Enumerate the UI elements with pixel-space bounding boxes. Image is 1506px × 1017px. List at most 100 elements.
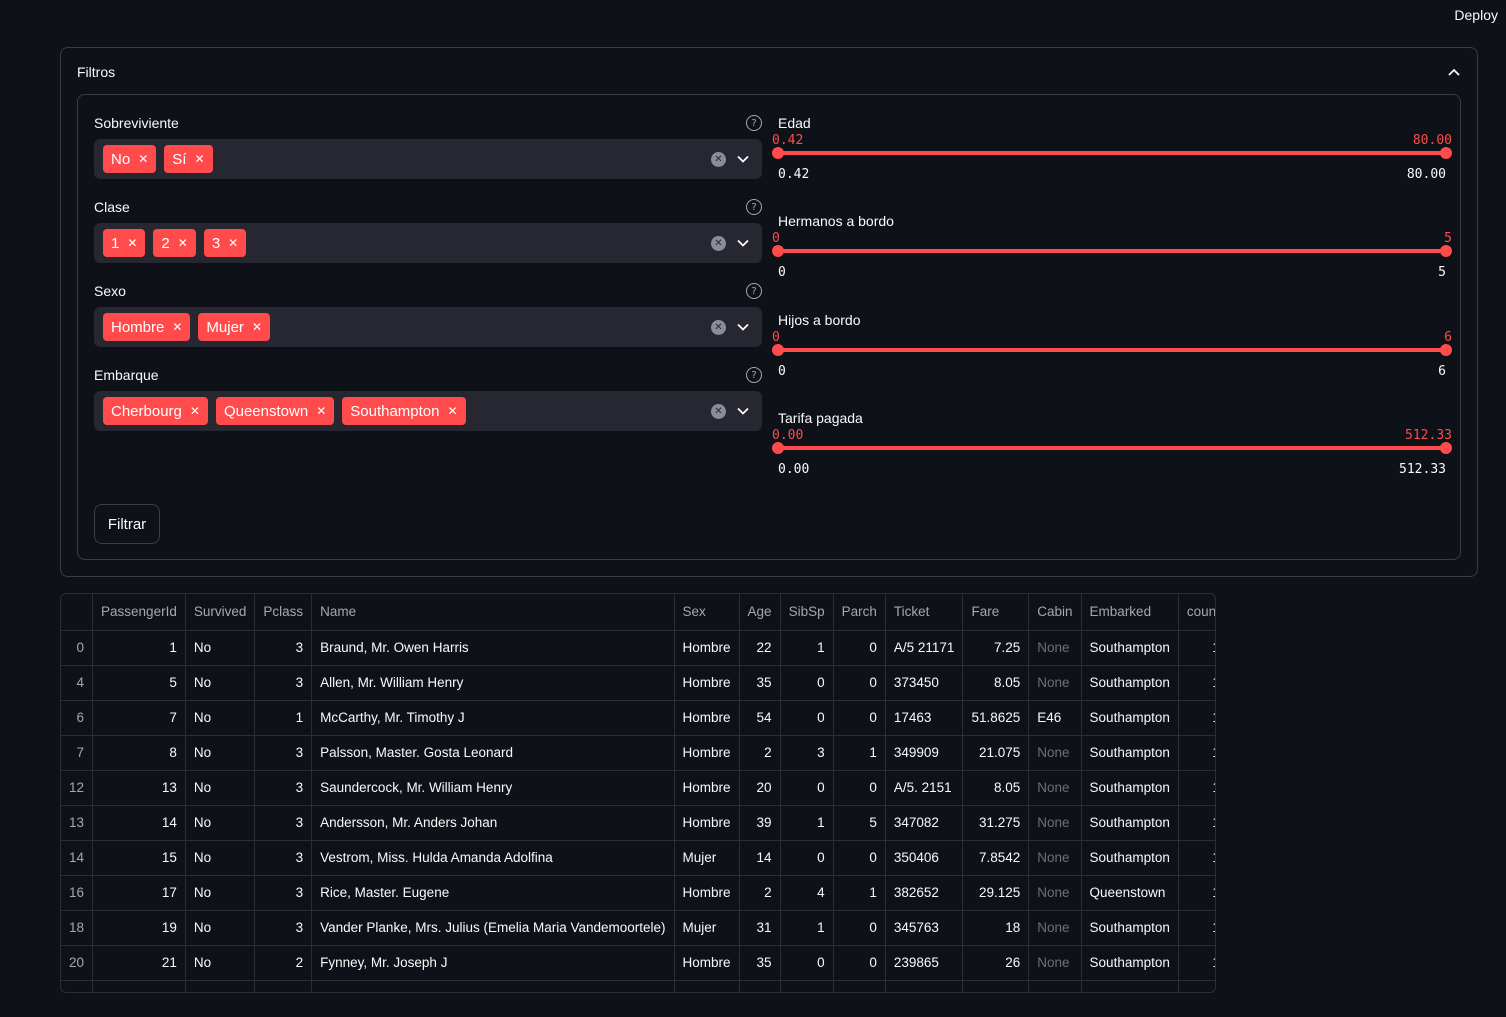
table-row[interactable]: 4 5 No 3 Allen, Mr. William Henry Hombre 35 0 0 3…: [61, 665, 1215, 701]
table-cell[interactable]: 0: [833, 945, 886, 981]
selected-tag[interactable]: Sí ✕: [164, 145, 213, 173]
selected-tag[interactable]: 1 ✕: [103, 229, 146, 257]
table-cell[interactable]: Southampton: [1081, 805, 1179, 841]
close-icon[interactable]: ✕: [252, 320, 262, 334]
help-icon[interactable]: ?: [746, 199, 762, 215]
table-cell[interactable]: E46: [1028, 700, 1082, 736]
table-cell[interactable]: No: [185, 630, 256, 666]
help-icon[interactable]: ?: [746, 367, 762, 383]
table-cell[interactable]: None: [1028, 735, 1082, 771]
table-cell[interactable]: 0: [780, 665, 834, 701]
table-cell[interactable]: Hombre: [674, 805, 740, 841]
table-cell[interactable]: 0: [833, 630, 886, 666]
chevron-down-icon[interactable]: [736, 236, 750, 250]
data-table[interactable]: PassengerId Survived Pclass Name Sex Age SibSp…: [60, 593, 1216, 993]
row-index[interactable]: 4: [61, 665, 94, 701]
table-cell[interactable]: 350406: [885, 840, 964, 876]
slider-low-thumb[interactable]: [772, 245, 784, 257]
column-header[interactable]: Embarked: [1081, 594, 1179, 631]
column-header[interactable]: Name: [311, 594, 675, 631]
clear-all-icon[interactable]: ✕: [711, 403, 726, 419]
slider-track[interactable]: [772, 245, 1452, 257]
table-cell[interactable]: 19: [92, 910, 186, 946]
slider-high-thumb[interactable]: [1440, 147, 1452, 159]
row-index[interactable]: 16: [61, 875, 94, 911]
table-cell[interactable]: No: [185, 665, 256, 701]
table-cell[interactable]: 5: [833, 805, 886, 841]
table-cell[interactable]: Hombre: [674, 770, 740, 806]
close-icon[interactable]: ✕: [127, 236, 137, 250]
column-header[interactable]: Fare: [962, 594, 1030, 631]
selected-tag[interactable]: Cherbourg ✕: [103, 397, 208, 425]
table-cell[interactable]: Southampton: [1081, 770, 1179, 806]
table-cell[interactable]: 0: [780, 700, 834, 736]
column-header[interactable]: [61, 594, 94, 631]
table-cell[interactable]: 2: [739, 735, 781, 771]
table-cell[interactable]: Southampton: [1081, 665, 1179, 701]
table-cell[interactable]: A/5 21171: [885, 630, 964, 666]
slider-track[interactable]: [772, 442, 1452, 454]
table-cell[interactable]: No: [185, 770, 256, 806]
column-header[interactable]: count: [1178, 594, 1215, 631]
table-cell[interactable]: 1: [1178, 875, 1215, 911]
table-cell[interactable]: 0: [780, 770, 834, 806]
table-cell[interactable]: Hombre: [674, 630, 740, 666]
table-row[interactable]: 0 1 No 3 Braund, Mr. Owen Harris Hombre 22 1 0 A/…: [61, 630, 1215, 666]
table-cell[interactable]: Andersson, Mr. Anders Johan: [311, 805, 675, 841]
close-icon[interactable]: ✕: [190, 404, 200, 418]
table-cell[interactable]: Hombre: [674, 875, 740, 911]
table-cell[interactable]: 0: [780, 840, 834, 876]
table-cell[interactable]: 8.05: [962, 665, 1030, 701]
table-cell[interactable]: Rice, Master. Eugene: [311, 875, 675, 911]
selected-tag[interactable]: Southampton ✕: [342, 397, 466, 425]
column-header[interactable]: SibSp: [780, 594, 834, 631]
table-cell[interactable]: 1: [1178, 840, 1215, 876]
table-cell[interactable]: Palsson, Master. Gosta Leonard: [311, 735, 675, 771]
table-cell[interactable]: Southampton: [1081, 945, 1179, 981]
table-cell[interactable]: Saundercock, Mr. William Henry: [311, 770, 675, 806]
table-cell[interactable]: 8: [92, 735, 186, 771]
table-cell[interactable]: 3: [254, 875, 313, 911]
row-index[interactable]: 13: [61, 805, 94, 841]
table-cell[interactable]: 349909: [885, 735, 964, 771]
table-cell[interactable]: No: [185, 840, 256, 876]
row-index[interactable]: 14: [61, 840, 94, 876]
table-cell[interactable]: 1: [833, 735, 886, 771]
table-cell[interactable]: 2: [739, 875, 781, 911]
table-row[interactable]: 12 13 No 3 Saundercock, Mr. William Henry Hom…: [61, 770, 1215, 806]
table-cell[interactable]: 1: [1178, 700, 1215, 736]
table-cell[interactable]: Southampton: [1081, 735, 1179, 771]
table-cell[interactable]: Southampton: [1081, 630, 1179, 666]
table-cell[interactable]: 26: [962, 945, 1030, 981]
table-cell[interactable]: 2: [254, 945, 313, 981]
table-cell[interactable]: 3: [780, 735, 834, 771]
table-row[interactable]: 14 15 No 3 Vestrom, Miss. Hulda Amanda Adolf…: [61, 840, 1215, 876]
table-cell[interactable]: No: [185, 735, 256, 771]
table-row[interactable]: 6 7 No 1 McCarthy, Mr. Timothy J Hombre 54 0 0 17…: [61, 700, 1215, 736]
close-icon[interactable]: ✕: [447, 404, 457, 418]
table-cell[interactable]: 3: [254, 840, 313, 876]
table-cell[interactable]: 31.275: [962, 805, 1030, 841]
selected-tag[interactable]: Hombre ✕: [103, 313, 191, 341]
table-cell[interactable]: 17: [92, 875, 186, 911]
table-row[interactable]: 20 21 No 2 Fynney, Mr. Joseph J Hombre 35 0 0 239…: [61, 945, 1215, 981]
column-header[interactable]: Ticket: [885, 594, 964, 631]
close-icon[interactable]: ✕: [172, 320, 182, 334]
table-row[interactable]: 7 8 No 3 Palsson, Master. Gosta Leonard Hombr…: [61, 735, 1215, 771]
table-cell[interactable]: 3: [254, 910, 313, 946]
table-cell[interactable]: Mujer: [674, 840, 740, 876]
table-cell[interactable]: No: [185, 945, 256, 981]
table-cell[interactable]: 0: [833, 910, 886, 946]
table-cell[interactable]: 3: [254, 770, 313, 806]
row-index[interactable]: 7: [61, 735, 94, 771]
table-cell[interactable]: No: [185, 875, 256, 911]
table-cell[interactable]: 7: [92, 700, 186, 736]
slider-high-thumb[interactable]: [1440, 344, 1452, 356]
row-index[interactable]: 20: [61, 945, 94, 981]
table-cell[interactable]: None: [1028, 840, 1082, 876]
table-cell[interactable]: 373450: [885, 665, 964, 701]
table-cell[interactable]: 1: [254, 700, 313, 736]
table-cell[interactable]: None: [1028, 805, 1082, 841]
table-cell[interactable]: 29.125: [962, 875, 1030, 911]
table-cell[interactable]: 0: [780, 945, 834, 981]
